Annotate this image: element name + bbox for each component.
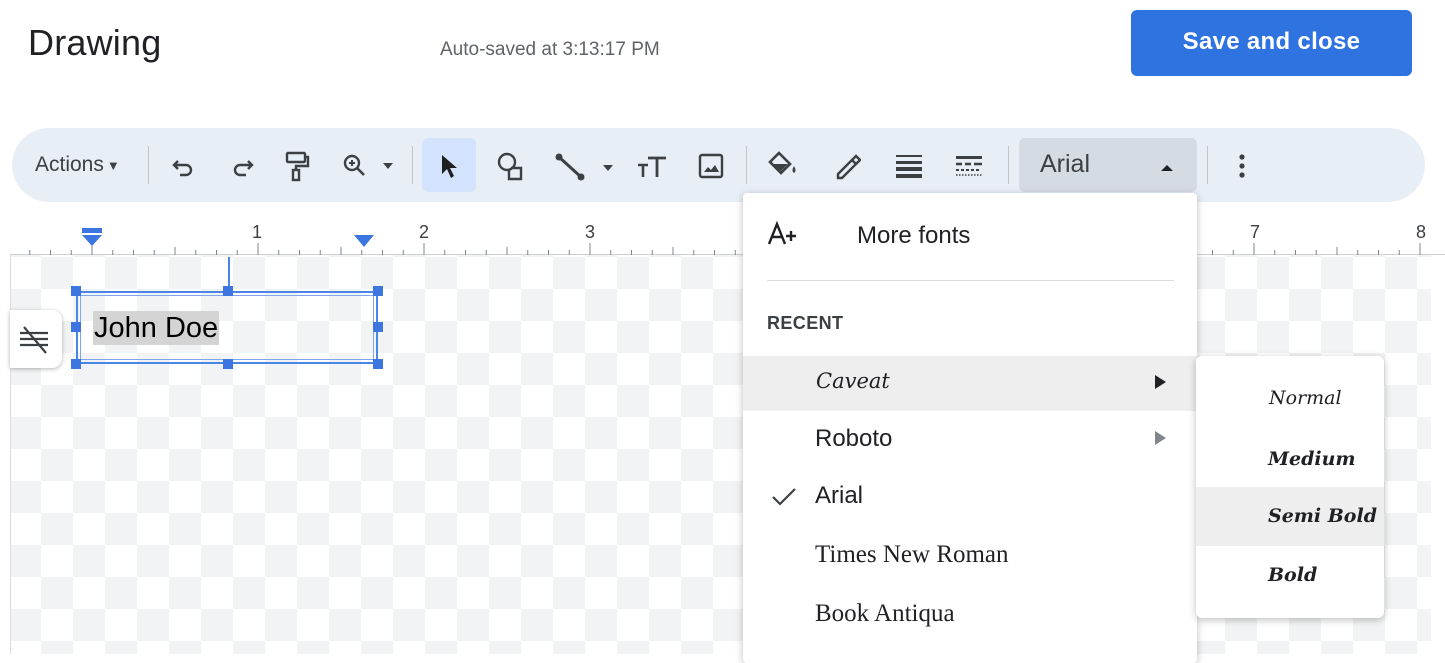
resize-handle[interactable] [223,359,233,369]
more-fonts-icon [766,220,798,253]
redo-icon[interactable] [226,153,258,179]
ruler-number: 8 [1416,222,1427,242]
ruler-number: 7 [1250,222,1261,242]
weight-item-semi-bold[interactable]: Semi Bold [1268,505,1377,527]
font-item-caveat[interactable] [743,356,1197,411]
resize-handle[interactable] [71,286,81,296]
text-box-icon[interactable] [634,152,670,182]
resize-handle[interactable] [223,286,233,296]
resize-handle[interactable] [373,322,383,332]
ruler-number: 2 [419,222,430,242]
autosave-status: Auto-saved at 3:13:17 PM [440,39,660,60]
toolbar-divider [746,146,747,184]
border-weight-icon[interactable] [892,152,926,180]
weight-item-normal[interactable]: Normal [1269,387,1342,409]
ruler-number: 3 [585,222,596,242]
page-title: Drawing [28,22,162,63]
font-family-value: Arial [1040,150,1091,178]
font-item-label: Caveat [816,369,890,393]
save-and-close-button[interactable]: Save and close [1131,10,1412,76]
side-panel-toggle[interactable] [10,310,62,368]
strikethrough-icon [20,326,48,354]
paint-format-icon[interactable] [282,148,312,184]
actions-label: Actions [35,153,104,176]
fill-color-icon[interactable] [766,148,800,184]
resize-handle[interactable] [71,322,81,332]
font-item-arial[interactable]: Arial [815,482,863,510]
text-box-content[interactable]: John Doe [93,311,220,345]
more-vert-icon[interactable] [1232,150,1252,182]
toolbar-divider [412,146,413,184]
toolbar-divider [1207,146,1208,184]
resize-handle[interactable] [373,286,383,296]
menu-divider [767,280,1174,281]
ruler-ticks [10,243,1445,256]
image-icon[interactable] [696,151,726,181]
horizontal-ruler [0,215,1445,256]
shape-icon[interactable] [494,150,526,182]
right-indent-marker[interactable] [352,232,376,255]
chevron-up-icon [1160,160,1174,178]
zoom-icon[interactable] [340,150,400,182]
undo-icon[interactable] [168,153,200,179]
toolbar-divider [1008,146,1009,184]
border-dash-icon[interactable] [952,152,986,180]
left-indent-marker[interactable] [80,226,104,255]
font-family-menu [743,193,1197,663]
font-item-book-antiqua[interactable]: Book Antiqua [815,600,955,628]
actions-menu-button[interactable]: Actions ▼ [35,148,120,182]
toolbar-divider [148,146,149,184]
check-icon [771,487,797,512]
weight-item-bold[interactable]: Bold [1268,564,1317,586]
weight-item-medium[interactable]: Medium [1268,448,1356,470]
ruler-number: 1 [252,222,263,242]
select-icon[interactable] [436,150,462,182]
resize-handle[interactable] [373,359,383,369]
submenu-arrow-icon [1155,375,1166,389]
resize-handle[interactable] [71,359,81,369]
font-item-times-new-roman[interactable]: Times New Roman [815,541,1009,569]
border-color-icon[interactable] [832,150,862,182]
more-fonts-item[interactable]: More fonts [857,222,970,250]
submenu-arrow-icon [1155,431,1166,445]
font-item-roboto[interactable]: Roboto [815,425,892,453]
line-icon[interactable] [552,150,622,182]
vertical-ruler [0,255,10,654]
chevron-down-icon: ▼ [106,157,120,173]
recent-section-label: RECENT [767,313,844,333]
